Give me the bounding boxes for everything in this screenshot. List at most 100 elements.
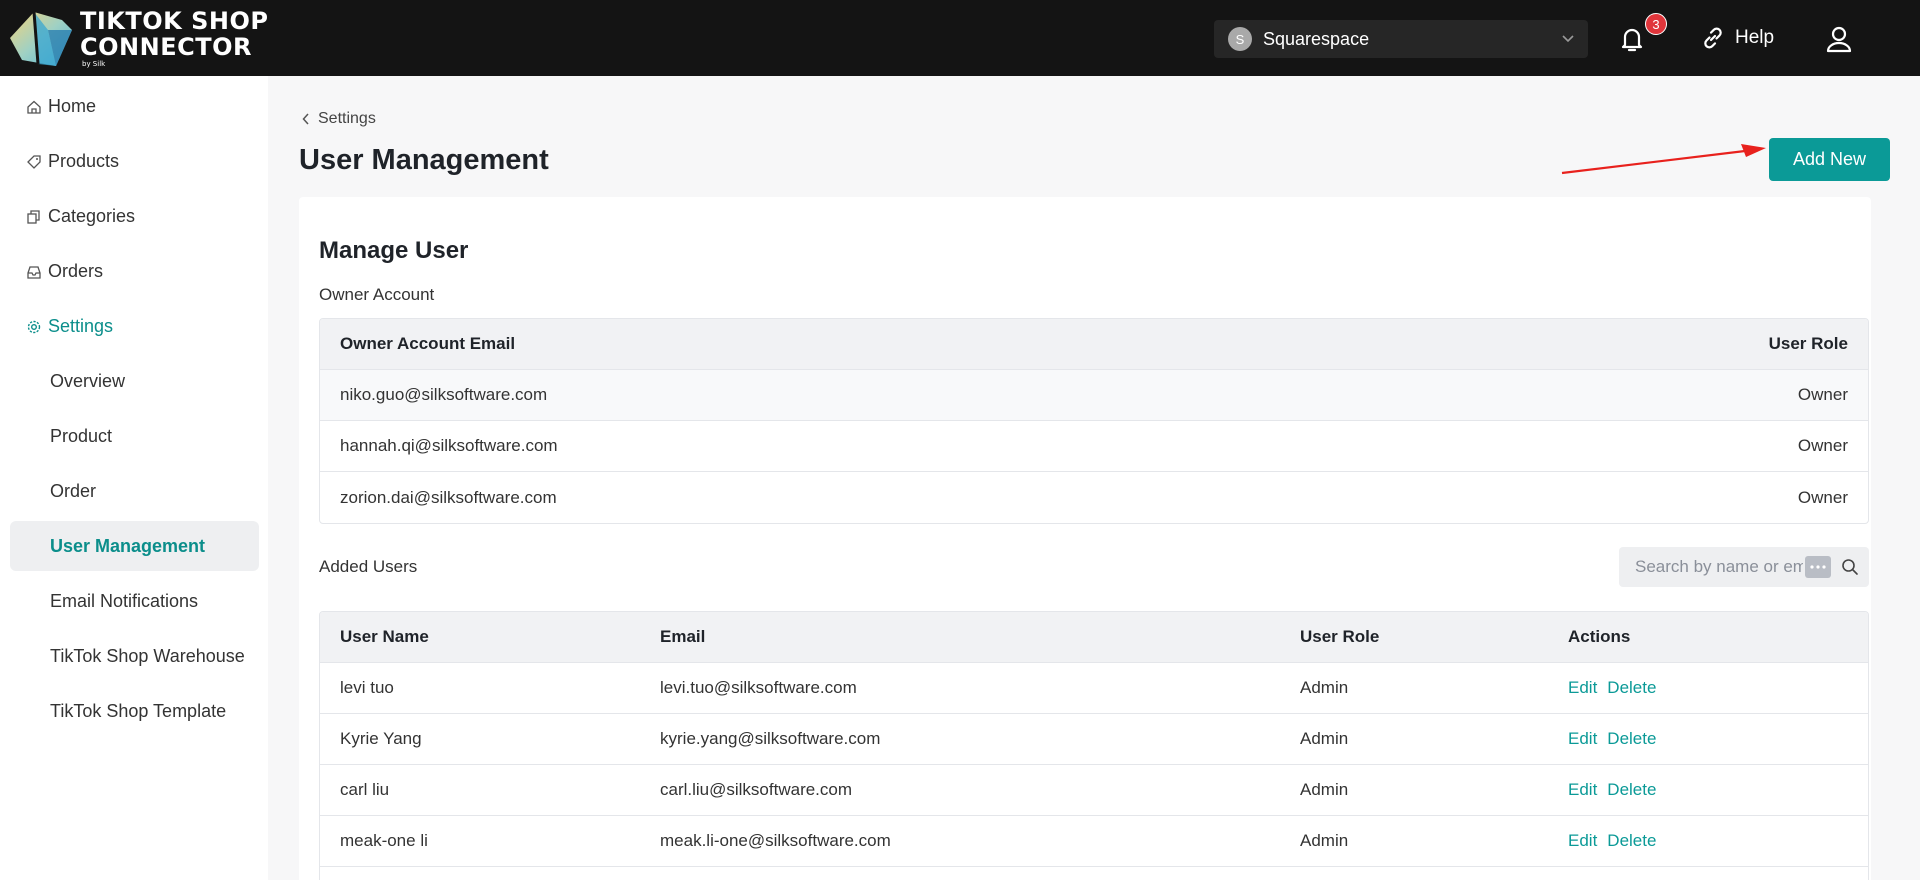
column-header-role: User Role: [1768, 334, 1848, 353]
brand-logo[interactable]: TIKTOK SHOP CONNECTOR by Silk: [8, 8, 269, 68]
sidebar-item-home[interactable]: Home: [26, 96, 96, 117]
sidebar-subitem-tiktok-shop-warehouse[interactable]: TikTok Shop Warehouse: [50, 646, 245, 667]
owner-role: Owner: [1797, 436, 1848, 455]
table-row: zorion.dai@silksoftware.com Owner: [320, 472, 1868, 523]
added-users-label: Added Users: [319, 557, 418, 576]
user-name: Kyrie Yang: [340, 729, 422, 748]
table-header-row: User Name Email User Role Actions: [320, 612, 1868, 663]
owner-account-label: Owner Account: [319, 285, 435, 304]
sidebar-item-label: Orders: [48, 261, 104, 281]
owner-role: Owner: [1797, 385, 1848, 404]
row-actions: Edit Delete: [1568, 780, 1868, 800]
user-email: meak.li-one@silksoftware.com: [660, 831, 891, 850]
top-bar: TIKTOK SHOP CONNECTOR by Silk S Squaresp…: [0, 0, 1920, 76]
search-icon[interactable]: [1841, 558, 1859, 576]
notification-badge: 3: [1645, 13, 1667, 35]
ellipsis-icon[interactable]: [1805, 556, 1831, 578]
table-header-row: Owner Account Email User Role: [320, 319, 1868, 370]
owner-email: zorion.dai@silksoftware.com: [340, 487, 557, 507]
gear-icon: [27, 320, 41, 333]
owner-email: hannah.qi@silksoftware.com: [340, 436, 558, 455]
add-new-button[interactable]: Add New: [1769, 138, 1890, 181]
brand-line3: by Silk: [82, 60, 106, 68]
brand-line2: CONNECTOR: [80, 33, 252, 61]
chevron-down-icon: [1562, 35, 1574, 43]
delete-link[interactable]: Delete: [1607, 780, 1656, 800]
column-header-user-name: User Name: [340, 627, 429, 646]
delete-link[interactable]: Delete: [1607, 729, 1656, 749]
help-link[interactable]: Help: [1700, 22, 1774, 54]
logo-mark-icon: [10, 11, 72, 66]
store-name: Squarespace: [1263, 28, 1370, 49]
sidebar-subitem-order[interactable]: Order: [50, 481, 96, 502]
edit-link[interactable]: Edit: [1568, 831, 1597, 851]
owner-role: Owner: [1797, 487, 1848, 507]
column-header-email: Email: [660, 627, 706, 646]
column-header-user-role: User Role: [1300, 627, 1380, 646]
brand-line1: TIKTOK SHOP: [80, 7, 269, 35]
edit-link[interactable]: Edit: [1568, 678, 1597, 698]
delete-link[interactable]: Delete: [1607, 831, 1656, 851]
sidebar-subitem-user-management[interactable]: User Management: [50, 536, 205, 557]
edit-link[interactable]: Edit: [1568, 729, 1597, 749]
table-row: carl liu carl.liu@silksoftware.com Admin…: [320, 765, 1868, 816]
table-row: meak-one li meak.li-one@silksoftware.com…: [320, 816, 1868, 867]
sidebar: Home Products Categories Orders Settings…: [0, 76, 268, 880]
table-row: levi tuo levi.tuo@silksoftware.com Admin…: [320, 663, 1868, 714]
sidebar-item-label: Home: [48, 96, 97, 116]
user-role: Admin: [1300, 729, 1349, 748]
store-avatar: S: [1228, 27, 1252, 51]
copy-icon: [27, 209, 40, 224]
user-email: carl.liu@silksoftware.com: [660, 780, 853, 799]
sidebar-subitem-email-notifications[interactable]: Email Notifications: [50, 591, 198, 612]
search-input[interactable]: [1635, 557, 1803, 577]
card-title: Manage User: [319, 237, 469, 264]
user-name: levi tuo: [340, 678, 394, 697]
user-account-icon[interactable]: [1824, 24, 1854, 54]
edit-link[interactable]: Edit: [1568, 780, 1597, 800]
table-row: hannah.qi@silksoftware.com Owner: [320, 421, 1868, 472]
tag-icon: [27, 154, 41, 169]
breadcrumb[interactable]: Settings: [302, 110, 376, 128]
sidebar-item-settings[interactable]: Settings: [26, 316, 113, 337]
row-actions: Edit Delete: [1568, 729, 1868, 749]
manage-user-card: Manage User Owner Account Owner Account …: [299, 197, 1871, 880]
sidebar-subitem-product[interactable]: Product: [50, 426, 112, 447]
breadcrumb-label: Settings: [318, 110, 376, 127]
sidebar-item-label: Categories: [48, 206, 136, 226]
table-row: niko.guo@silksoftware.com Owner: [320, 370, 1868, 421]
user-search-box: [1619, 547, 1869, 587]
bell-icon[interactable]: [1617, 24, 1647, 54]
inbox-icon: [27, 265, 41, 279]
user-email: levi.tuo@silksoftware.com: [660, 678, 857, 697]
sidebar-item-products[interactable]: Products: [26, 151, 119, 172]
row-actions: Edit Delete: [1568, 678, 1868, 698]
home-icon: [27, 100, 41, 114]
sidebar-subitem-tiktok-shop-template[interactable]: TikTok Shop Template: [50, 701, 226, 722]
user-email: kyrie.yang@silksoftware.com: [660, 729, 881, 748]
user-role: Admin: [1300, 678, 1349, 697]
owner-email: niko.guo@silksoftware.com: [340, 385, 548, 404]
sidebar-item-categories[interactable]: Categories: [26, 206, 135, 227]
column-header-actions: Actions: [1568, 627, 1631, 646]
sidebar-item-label: Settings: [48, 316, 114, 336]
sidebar-item-orders[interactable]: Orders: [26, 261, 103, 282]
brand-wordmark: TIKTOK SHOP CONNECTOR by Silk: [80, 8, 269, 68]
sidebar-item-label: Products: [48, 151, 120, 171]
user-name: carl liu: [340, 780, 390, 799]
owner-accounts-table: Owner Account Email User Role niko.guo@s…: [319, 318, 1869, 524]
sidebar-subitem-overview[interactable]: Overview: [50, 371, 125, 392]
row-actions: Edit Delete: [1568, 831, 1868, 851]
chevron-left-icon: [302, 113, 309, 125]
user-name: meak-one li: [340, 831, 428, 850]
user-role: Admin: [1300, 780, 1349, 799]
link-icon: [1704, 27, 1722, 49]
annotation-arrow: [1561, 144, 1766, 175]
help-label: Help: [1735, 27, 1775, 48]
user-role: Admin: [1300, 831, 1349, 850]
delete-link[interactable]: Delete: [1607, 678, 1656, 698]
table-row: Kyrie Yang kyrie.yang@silksoftware.com A…: [320, 714, 1868, 765]
table-row: [320, 867, 1868, 880]
added-users-table: User Name Email User Role Actions levi t…: [319, 611, 1869, 880]
store-selector[interactable]: S Squarespace: [1214, 20, 1588, 58]
